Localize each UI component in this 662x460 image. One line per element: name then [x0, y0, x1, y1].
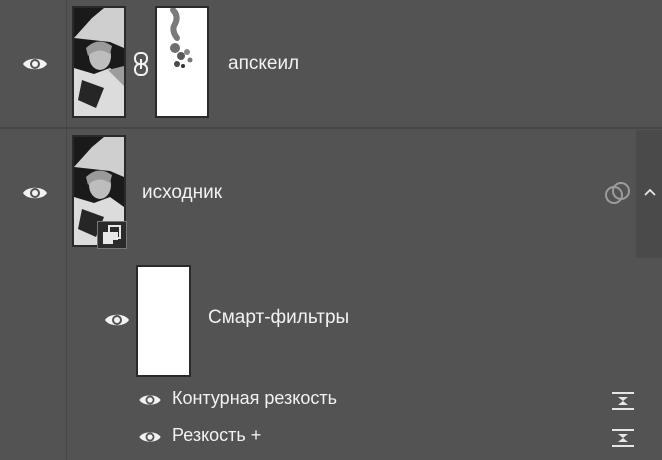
layer-name: апскеил	[228, 53, 300, 74]
smart-object-icon	[97, 221, 127, 249]
smart-filter-mask-thumbnail[interactable]	[136, 265, 191, 377]
eye-icon[interactable]	[22, 184, 48, 202]
eye-icon[interactable]	[22, 55, 48, 73]
eye-icon[interactable]	[138, 392, 162, 408]
chain-link-icon[interactable]	[133, 52, 149, 81]
visibility-column	[0, 129, 67, 460]
layer-name: исходник	[142, 182, 223, 203]
layer-row-source[interactable]: исходник Смарт-фильтры Контурная резкост…	[0, 129, 662, 460]
layer-row-upscale[interactable]: апскеил	[0, 0, 662, 128]
eye-icon[interactable]	[138, 429, 162, 445]
smart-object-link-icon[interactable]	[604, 181, 632, 210]
chevron-up-icon[interactable]	[644, 184, 656, 202]
filter-name[interactable]: Контурная резкость	[172, 388, 337, 409]
filter-blending-options-icon[interactable]	[611, 428, 635, 453]
layer-thumbnail[interactable]	[72, 6, 126, 118]
smart-filters-label: Смарт-фильтры	[208, 307, 350, 328]
eye-icon[interactable]	[104, 311, 130, 329]
filter-blending-options-icon[interactable]	[611, 391, 635, 416]
filter-name[interactable]: Резкость +	[172, 425, 261, 446]
layer-mask-thumbnail[interactable]	[155, 6, 209, 118]
